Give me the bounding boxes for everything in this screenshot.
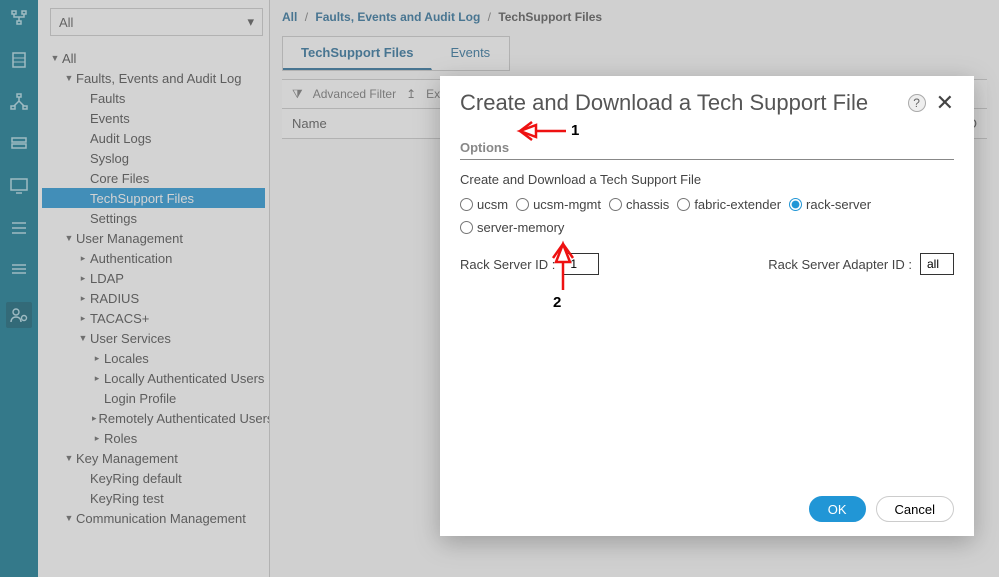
- radio-label: fabric-extender: [694, 197, 781, 212]
- radio-ucsm-mgmt[interactable]: ucsm-mgmt: [516, 197, 601, 212]
- file-type-radio-group: ucsm ucsm-mgmt chassis fabric-extender rack-…: [460, 197, 954, 235]
- options-heading: Options: [460, 140, 954, 160]
- radio-chassis[interactable]: chassis: [609, 197, 669, 212]
- radio-fabric-extender[interactable]: fabric-extender: [677, 197, 781, 212]
- modal-title: Create and Download a Tech Support File: [460, 90, 868, 116]
- radio-input[interactable]: [516, 198, 529, 211]
- radio-label: rack-server: [806, 197, 871, 212]
- radio-ucsm[interactable]: ucsm: [460, 197, 508, 212]
- radio-server-memory[interactable]: server-memory: [460, 220, 564, 235]
- help-icon[interactable]: ?: [908, 94, 926, 112]
- modal-subtitle: Create and Download a Tech Support File: [460, 172, 954, 187]
- rack-server-id-label: Rack Server ID :: [460, 257, 555, 272]
- radio-label: ucsm-mgmt: [533, 197, 601, 212]
- ok-button[interactable]: OK: [809, 496, 866, 522]
- radio-label: server-memory: [477, 220, 564, 235]
- radio-label: ucsm: [477, 197, 508, 212]
- radio-label: chassis: [626, 197, 669, 212]
- close-icon[interactable]: ✕: [936, 90, 954, 116]
- radio-input[interactable]: [460, 221, 473, 234]
- radio-input[interactable]: [789, 198, 802, 211]
- radio-rack-server[interactable]: rack-server: [789, 197, 871, 212]
- rack-server-id-input[interactable]: [563, 253, 599, 275]
- radio-input[interactable]: [460, 198, 473, 211]
- cancel-button[interactable]: Cancel: [876, 496, 954, 522]
- radio-input[interactable]: [677, 198, 690, 211]
- radio-input[interactable]: [609, 198, 622, 211]
- adapter-id-input[interactable]: [920, 253, 954, 275]
- adapter-id-label: Rack Server Adapter ID :: [768, 257, 912, 272]
- modal-create-techsupport: Create and Download a Tech Support File …: [440, 76, 974, 536]
